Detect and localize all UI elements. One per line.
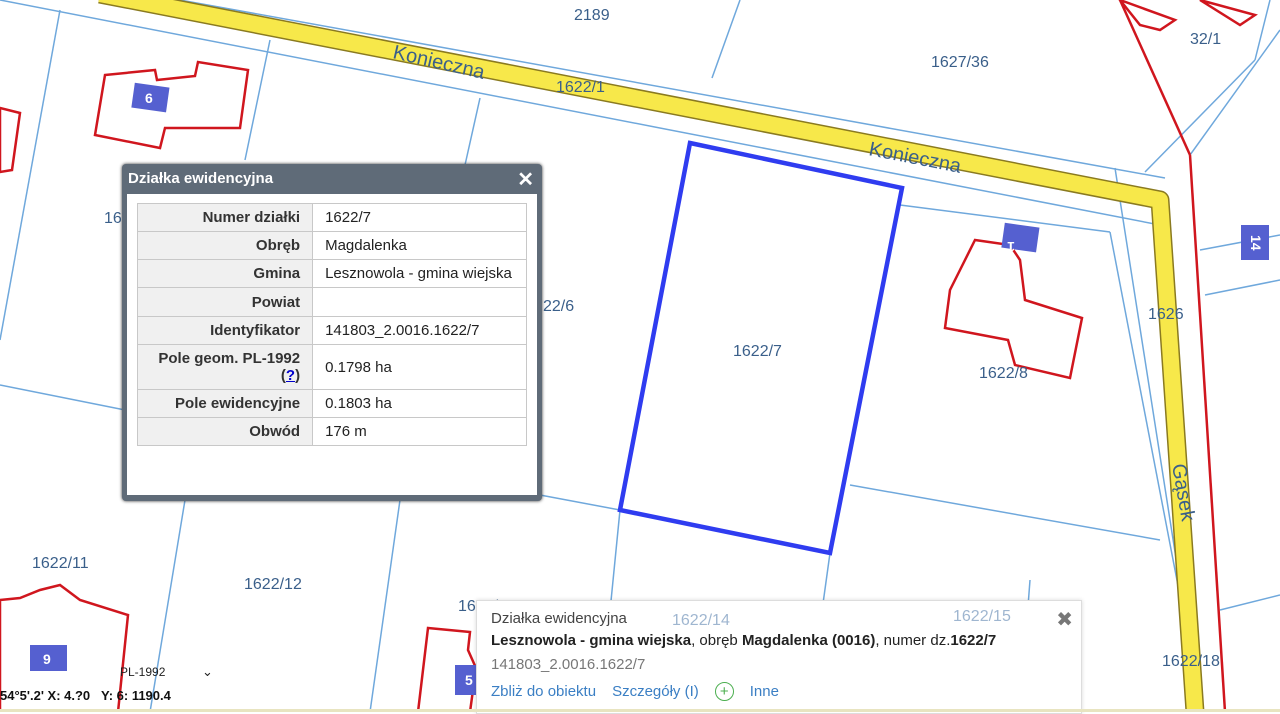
attr-key: Pole ewidencyjne (136, 389, 314, 418)
attr-key: Pole geom. PL-1992 (?) (136, 344, 314, 390)
crs-select[interactable]: PL-1992 (120, 665, 165, 679)
plus-circle-icon[interactable]: + (714, 682, 734, 701)
parcel-popup: Działka ewidencyjna ✕ Numer działki 1622/… (122, 164, 542, 501)
parcel-label: 16 (104, 210, 122, 227)
table-row: Obręb Magdalenka (136, 231, 527, 260)
table-row: Gmina Lesznowola - gmina wiejska (136, 259, 527, 288)
parcel-label: 1622/12 (244, 576, 302, 593)
attr-key: Identyfikator (136, 316, 314, 345)
table-row: Identyfikator 141803_2.0016.1622/7 (136, 316, 527, 345)
parcel-label: 1622/14 (672, 612, 730, 629)
coordinates-readout: 54°5'.2' X: 4.?0 Y: 6: 1190.4 (0, 688, 171, 703)
attr-value: Lesznowola - gmina wiejska (312, 259, 527, 288)
house-number: 1 (1007, 239, 1015, 255)
close-icon[interactable]: ✕ (517, 167, 534, 192)
table-row: Powiat (136, 287, 527, 317)
attr-key: Powiat (136, 287, 314, 317)
other-link[interactable]: Inne (750, 683, 779, 700)
road-label: Gąsek (1167, 462, 1199, 524)
parcel-label: 2189 (574, 7, 610, 24)
road-label: Konieczna (391, 41, 488, 84)
attr-key-text: Pole geom. PL-1992 ( (158, 350, 301, 384)
parcel-label: 1627/36 (931, 54, 989, 71)
attr-value (312, 287, 527, 317)
obreb: Magdalenka (0016) (741, 632, 876, 649)
details-link[interactable]: Szczegóły (I) (612, 683, 699, 700)
help-link[interactable]: ? (286, 367, 295, 384)
close-icon[interactable]: ✖ (1056, 607, 1073, 632)
attr-key: Numer działki (136, 203, 314, 232)
table-row: Pole geom. PL-1992 (?) 0.1798 ha (136, 344, 527, 390)
popup-title: Działka ewidencyjna (128, 170, 274, 187)
parcel-label: 1622/8 (979, 365, 1028, 382)
house-number: 9 (43, 651, 51, 667)
table-row: Pole ewidencyjne 0.1803 ha (136, 389, 527, 418)
sep: , numer dz. (875, 632, 951, 649)
attr-value: 141803_2.0016.1622/7 (312, 316, 527, 345)
house-number: 14 (1248, 235, 1264, 251)
parcel-label: 1622/7 (733, 343, 782, 360)
attr-value: Magdalenka (312, 231, 527, 260)
info-description: Lesznowola - gmina wiejska, obręb Magdal… (491, 632, 996, 649)
info-title: Działka ewidencyjna (491, 610, 627, 627)
parcel-label: 1622/11 (32, 555, 89, 572)
attr-value: 0.1798 ha (312, 344, 527, 390)
parcel-label: 1622/18 (1162, 653, 1220, 670)
attr-value: 0.1803 ha (312, 389, 527, 418)
house-number: 6 (145, 90, 153, 106)
attr-key: Gmina (136, 259, 314, 288)
attr-key-suffix: ) (295, 367, 301, 384)
coord-x: 54°5'.2' X: 4.?0 (0, 688, 91, 703)
table-row: Numer działki 1622/7 (136, 203, 527, 232)
attr-value: 176 m (312, 417, 527, 446)
gmina: Lesznowola - gmina wiejska (491, 632, 692, 649)
parcel-label: 1622/1 (556, 79, 605, 96)
attr-key: Obręb (136, 231, 314, 260)
parcel-label: 22/6 (543, 298, 574, 315)
info-identifier: 141803_2.0016.1622/7 (491, 656, 646, 673)
parcel-attributes-table: Numer działki 1622/7 Obręb Magdalenka Gmin… (136, 203, 527, 446)
coord-y: Y: 6: 1190.4 (101, 688, 171, 703)
parcel-label: 1626 (1148, 306, 1184, 323)
table-row: Obwód 176 m (136, 417, 527, 446)
info-links: Zbliż do obiektu Szczegóły (I) + Inne (491, 682, 779, 701)
parcel-label: 1622/15 (953, 608, 1011, 625)
parcel-number: 1622/7 (950, 632, 997, 649)
house-number: 5 (465, 672, 473, 688)
attr-key: Obwód (136, 417, 314, 446)
zoom-to-object-link[interactable]: Zbliż do obiektu (491, 683, 596, 700)
parcel-label: 32/1 (1190, 31, 1221, 48)
chevron-down-icon[interactable]: ⌄ (202, 664, 213, 680)
sep: , obręb (691, 632, 742, 649)
popup-body: Numer działki 1622/7 Obręb Magdalenka Gmin… (127, 194, 537, 495)
attr-value: 1622/7 (312, 203, 527, 232)
